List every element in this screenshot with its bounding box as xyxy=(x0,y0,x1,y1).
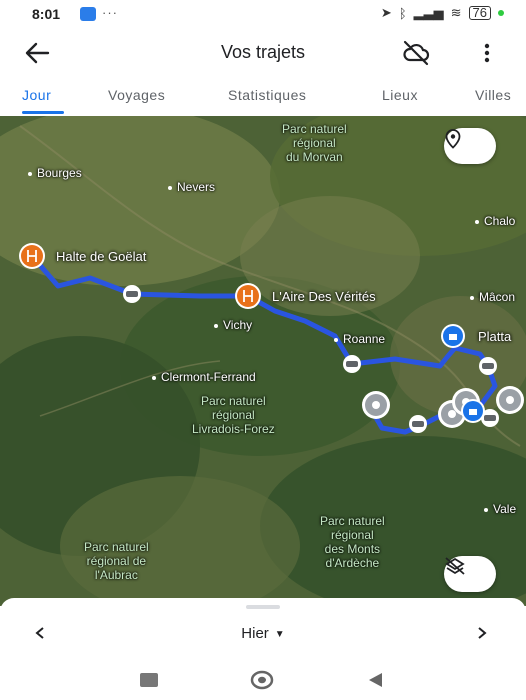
signal-icon: ▂▃▅ xyxy=(413,5,444,20)
location-history-toggle-button[interactable] xyxy=(402,40,430,66)
page-title: Vos trajets xyxy=(220,42,306,62)
park-label-line: régional de xyxy=(86,554,147,568)
park-label-line: régional xyxy=(293,136,336,150)
chevron-right-icon xyxy=(478,627,487,639)
park-label-line: Parc naturel xyxy=(84,540,149,554)
place-label-halte[interactable]: Halte de Goëlat xyxy=(56,249,146,264)
lodging-pin xyxy=(461,399,485,423)
tab-bar: Jour Voyages Statistiques Lieux Villes xyxy=(0,80,526,116)
recenter-location-button[interactable] xyxy=(444,128,496,164)
status-icons: ➤ ᛒ ▂▃▅ ≋ 76 xyxy=(381,5,504,21)
city-name: Mâcon xyxy=(479,290,516,304)
home-button[interactable] xyxy=(250,670,274,690)
city-label-nevers: Nevers xyxy=(168,180,215,194)
tab-villes[interactable]: Villes xyxy=(475,87,511,103)
date-navigation-sheet: Hier ▼ xyxy=(0,598,526,662)
park-label-morvan: Parc naturel régional du Morvan xyxy=(282,122,347,164)
car-marker xyxy=(479,357,497,375)
notification-more-dots: ··· xyxy=(102,5,118,20)
notification-app-icon xyxy=(80,7,96,21)
recents-button[interactable] xyxy=(140,673,158,687)
battery-icon: 76 xyxy=(468,6,491,20)
more-vert-icon xyxy=(484,43,490,63)
lodging-pin xyxy=(441,324,465,348)
city-label-chalon: Chalo xyxy=(475,214,515,228)
park-label-line: du Morvan xyxy=(286,150,343,164)
city-name: Nevers xyxy=(177,180,216,194)
privacy-indicator-icon xyxy=(498,10,504,16)
place-label-platta[interactable]: Platta xyxy=(478,329,511,344)
city-name: Bourges xyxy=(37,166,82,180)
city-name: Clermont-Ferrand xyxy=(161,370,256,384)
park-label-line: Parc naturel xyxy=(201,394,266,408)
park-label-ardeche: Parc naturel régional des Monts d'Ardèch… xyxy=(320,514,385,570)
active-tab-indicator xyxy=(22,111,64,114)
system-back-button[interactable] xyxy=(366,671,384,689)
wifi-icon: ≋ xyxy=(450,5,462,20)
city-name: Roanne xyxy=(343,332,386,346)
app-bar: Vos trajets xyxy=(0,28,526,78)
sheet-drag-handle[interactable] xyxy=(246,605,280,609)
selected-date-label: Hier xyxy=(241,625,269,642)
visited-place-pin xyxy=(496,386,524,414)
tab-voyages[interactable]: Voyages xyxy=(108,87,165,103)
status-bar: 8:01 ··· ➤ ᛒ ▂▃▅ ≋ 76 xyxy=(0,0,526,28)
park-label-livradois: Parc naturel régional Livradois-Forez xyxy=(192,394,275,436)
park-label-line: d'Ardèche xyxy=(325,556,380,570)
more-options-button[interactable] xyxy=(478,40,496,66)
restaurant-pin xyxy=(19,243,45,269)
city-name: Vale xyxy=(493,502,517,516)
city-label-bourges: Bourges xyxy=(28,166,82,180)
car-marker xyxy=(343,355,361,373)
park-label-line: Parc naturel xyxy=(282,122,347,136)
location-arrow-icon: ➤ xyxy=(380,5,392,20)
car-marker xyxy=(409,415,427,433)
park-label-line: régional xyxy=(331,528,374,542)
system-navigation-bar xyxy=(0,662,526,700)
city-name: Vichy xyxy=(223,318,253,332)
city-label-roanne: Roanne xyxy=(334,332,385,346)
bluetooth-icon: ᛒ xyxy=(398,5,407,21)
caret-down-icon: ▼ xyxy=(274,628,285,640)
park-label-line: des Monts xyxy=(324,542,381,556)
city-name: Chalo xyxy=(484,214,516,228)
park-label-line: Parc naturel xyxy=(320,514,385,528)
timeline-map[interactable]: Parc naturel régional du Morvan Parc nat… xyxy=(0,116,526,606)
layers-off-icon xyxy=(445,557,465,575)
cloud-off-icon xyxy=(403,40,430,66)
park-label-aubrac: Parc naturel régional de l'Aubrac xyxy=(84,540,149,582)
place-label-aire[interactable]: L'Aire Des Vérités xyxy=(272,289,376,304)
home-circle-icon xyxy=(250,670,274,690)
restaurant-pin xyxy=(235,283,261,309)
car-marker xyxy=(123,285,141,303)
park-label-line: régional xyxy=(212,408,255,422)
tab-lieux[interactable]: Lieux xyxy=(382,87,418,103)
tab-statistiques[interactable]: Statistiques xyxy=(228,87,306,103)
date-picker-button[interactable]: Hier ▼ xyxy=(0,625,526,642)
next-day-button[interactable] xyxy=(476,624,488,645)
status-time: 8:01 xyxy=(32,6,61,22)
city-label-vichy: Vichy xyxy=(214,318,252,332)
park-label-line: Livradois-Forez xyxy=(192,422,275,436)
location-pin-icon xyxy=(445,129,461,149)
hide-map-layers-button[interactable] xyxy=(444,556,496,592)
park-label-line: l'Aubrac xyxy=(94,568,138,582)
visited-place-pin xyxy=(362,391,390,419)
triangle-back-icon xyxy=(369,673,382,687)
tab-jour[interactable]: Jour xyxy=(22,87,51,103)
city-label-valence: Vale xyxy=(484,502,516,516)
city-label-clermont: Clermont-Ferrand xyxy=(152,370,256,384)
city-label-macon: Mâcon xyxy=(470,290,515,304)
satellite-map-canvas xyxy=(0,116,526,606)
